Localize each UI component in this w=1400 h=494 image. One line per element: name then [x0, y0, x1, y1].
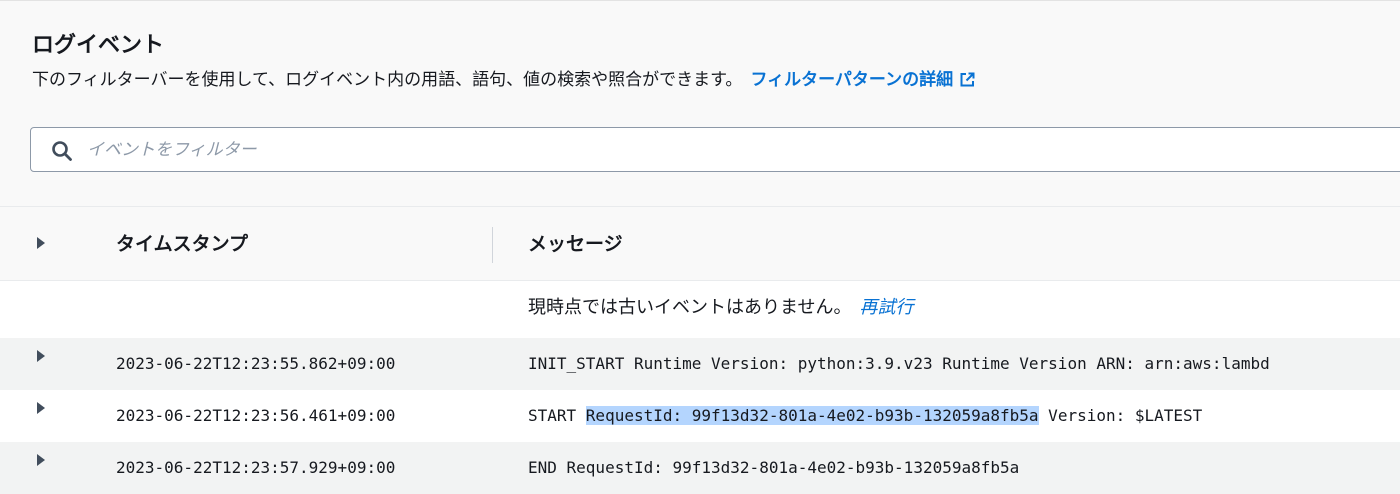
timestamp-cell: 2023-06-22T12:23:57.929+09:00 [116, 458, 396, 477]
search-input[interactable] [87, 128, 1387, 171]
info-message-text: 現時点では古いイベントはありません。 [528, 297, 852, 318]
message-cell: INIT_START Runtime Version: python:3.9.v… [528, 354, 1270, 373]
table-row[interactable]: 2023-06-22T12:23:55.862+09:00 INIT_START… [0, 338, 1400, 390]
search-icon [51, 140, 73, 162]
no-older-events-row: 現時点では古いイベントはありません。 再試行 [0, 281, 1400, 337]
log-events-header: ログイベント 下のフィルターバーを使用して、ログイベント内の用語、語句、値の検索… [0, 0, 1400, 206]
table-row[interactable]: 2023-06-22T12:23:57.929+09:00 END Reques… [0, 442, 1400, 494]
no-older-events-message: 現時点では古いイベントはありません。 再試行 [528, 293, 913, 323]
retry-link[interactable]: 再試行 [859, 297, 913, 318]
log-events-panel: ログイベント 下のフィルターバーを使用して、ログイベント内の用語、語句、値の検索… [0, 0, 1400, 494]
column-header-timestamp[interactable]: タイムスタンプ [116, 229, 248, 259]
caret-right-icon[interactable] [37, 350, 45, 362]
caret-right-icon[interactable] [37, 402, 45, 414]
event-filter-search[interactable] [30, 127, 1400, 172]
message-cell: END RequestId: 99f13d32-801a-4e02-b93b-1… [528, 458, 1020, 477]
external-link-icon[interactable] [959, 69, 976, 97]
description-text: 下のフィルターバーを使用して、ログイベント内の用語、語句、値の検索や照合ができま… [32, 70, 743, 90]
filter-pattern-link[interactable]: フィルターパターンの詳細 [750, 70, 976, 90]
selected-request-id: RequestId: 99f13d32-801a-4e02-b93b-13205… [585, 406, 1039, 425]
column-divider[interactable] [492, 227, 493, 263]
page-title: ログイベント [32, 33, 165, 58]
top-divider [0, 0, 1400, 1]
table-row[interactable]: 2023-06-22T12:23:56.461+09:00 START Requ… [0, 390, 1400, 442]
filter-pattern-link-label[interactable]: フィルターパターンの詳細 [750, 70, 953, 90]
message-suffix: Version: $LATEST [1038, 406, 1203, 425]
caret-right-icon[interactable] [37, 454, 45, 466]
timestamp-cell: 2023-06-22T12:23:55.862+09:00 [116, 354, 396, 373]
expand-all-caret-icon[interactable] [37, 237, 45, 249]
message-cell: START RequestId: 99f13d32-801a-4e02-b93b… [528, 402, 1202, 430]
timestamp-cell: 2023-06-22T12:23:56.461+09:00 [116, 406, 396, 425]
table-header: タイムスタンプ メッセージ [0, 206, 1400, 281]
column-header-message[interactable]: メッセージ [528, 229, 623, 259]
message-prefix: START [528, 406, 586, 425]
description: 下のフィルターバーを使用して、ログイベント内の用語、語句、値の検索や照合ができま… [32, 66, 976, 97]
